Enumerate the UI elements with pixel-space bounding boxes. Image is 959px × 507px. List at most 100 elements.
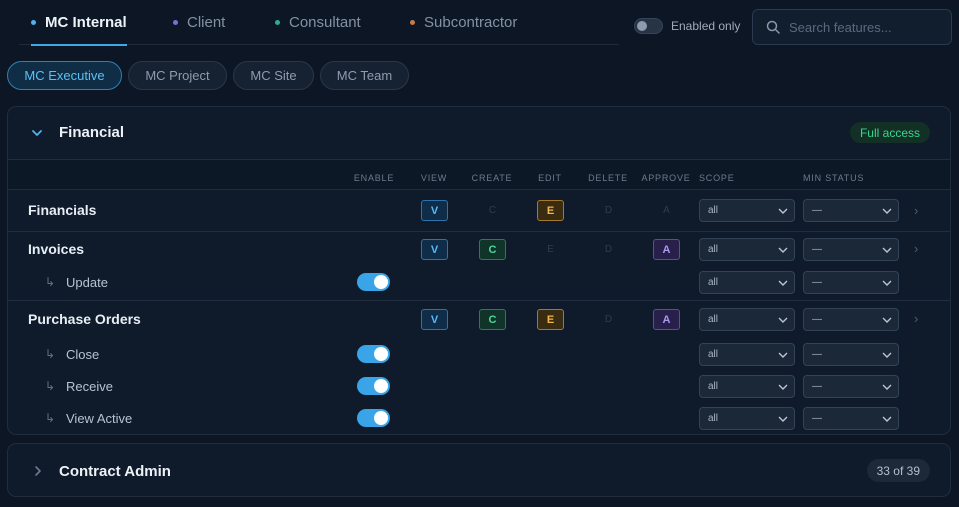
min-status-value: — xyxy=(812,205,822,216)
table-subrow: ↳ Receive all — xyxy=(8,371,950,403)
scope-select[interactable]: all xyxy=(699,238,795,261)
toggle-switch[interactable] xyxy=(634,18,663,34)
section-title: Financial xyxy=(59,124,125,141)
chevron-down-icon xyxy=(882,384,892,390)
perm-create-chip[interactable]: C xyxy=(479,239,506,260)
chevron-down-icon xyxy=(778,208,788,214)
perm-delete-chip[interactable]: D xyxy=(595,239,622,260)
toggle-knob xyxy=(374,275,388,289)
access-badge: Full access xyxy=(849,122,930,143)
col-min-status: MIN STATUS xyxy=(803,173,865,183)
enable-toggle[interactable] xyxy=(357,377,390,395)
chevron-right-icon[interactable]: › xyxy=(914,203,918,218)
enable-toggle[interactable] xyxy=(357,409,390,427)
min-status-select[interactable]: — xyxy=(803,238,899,261)
scope-value: all xyxy=(708,244,719,255)
min-status-value: — xyxy=(812,381,822,392)
perm-delete-chip[interactable]: D xyxy=(595,309,622,330)
scope-select[interactable]: all xyxy=(699,199,795,222)
min-status-select[interactable]: — xyxy=(803,199,899,222)
min-status-select[interactable]: — xyxy=(803,308,899,331)
tab-dot-icon xyxy=(410,20,415,25)
section-header[interactable]: Contract Admin 33 of 39 xyxy=(8,444,950,496)
enabled-only-label: Enabled only xyxy=(671,19,741,33)
subitem-arrow-icon: ↳ xyxy=(45,379,56,393)
subrow-name: Receive xyxy=(66,379,113,394)
scope-select[interactable]: all xyxy=(699,271,795,294)
min-status-value: — xyxy=(812,413,822,424)
enabled-only-toggle[interactable]: Enabled only xyxy=(634,18,740,34)
col-enable: ENABLE xyxy=(353,173,395,183)
scope-select[interactable]: all xyxy=(699,343,795,366)
scope-select[interactable]: all xyxy=(699,308,795,331)
perm-create-chip[interactable]: C xyxy=(479,200,506,221)
perm-edit-chip[interactable]: E xyxy=(537,200,564,221)
col-edit: EDIT xyxy=(538,173,562,183)
scope-select[interactable]: all xyxy=(699,375,795,398)
perm-view-chip[interactable]: V xyxy=(421,239,448,260)
chevron-right-icon[interactable]: › xyxy=(914,311,918,326)
min-status-value: — xyxy=(812,314,822,325)
tab-dot-icon xyxy=(31,20,36,25)
scope-value: all xyxy=(708,314,719,325)
perm-view-chip[interactable]: V xyxy=(421,309,448,330)
search-input[interactable] xyxy=(789,19,939,35)
count-badge: 33 of 39 xyxy=(866,459,930,482)
chevron-down-icon xyxy=(778,317,788,323)
col-approve: APPROVE xyxy=(641,173,691,183)
perm-edit-chip[interactable]: E xyxy=(537,239,564,260)
toggle-knob xyxy=(374,347,388,361)
scope-value: all xyxy=(708,349,719,360)
scope-select[interactable]: all xyxy=(699,407,795,430)
perm-create-chip[interactable]: C xyxy=(479,309,506,330)
tab-subcontractor[interactable]: Subcontractor xyxy=(410,0,517,45)
tab-client[interactable]: Client xyxy=(173,0,225,45)
search-icon xyxy=(766,20,780,34)
enable-toggle[interactable] xyxy=(357,345,390,363)
row-name: Purchase Orders xyxy=(28,311,141,327)
perm-approve-chip[interactable]: A xyxy=(653,309,680,330)
role-pill-mc-team[interactable]: MC Team xyxy=(320,61,409,90)
section-contract-admin: Contract Admin 33 of 39 xyxy=(7,443,951,497)
toggle-knob xyxy=(374,411,388,425)
table-subrow: ↳ View Active all — xyxy=(8,403,950,434)
perm-approve-chip[interactable]: A xyxy=(653,239,680,260)
min-status-select[interactable]: — xyxy=(803,271,899,294)
table-subrow: ↳ Close all — xyxy=(8,339,950,371)
scope-value: all xyxy=(708,277,719,288)
min-status-select[interactable]: — xyxy=(803,407,899,430)
min-status-select[interactable]: — xyxy=(803,375,899,398)
section-header[interactable]: Financial Full access xyxy=(8,107,950,159)
chevron-down-icon xyxy=(882,247,892,253)
col-create: CREATE xyxy=(471,173,513,183)
chevron-down-icon xyxy=(882,416,892,422)
enable-toggle[interactable] xyxy=(357,273,390,291)
tab-mc-internal[interactable]: MC Internal xyxy=(31,0,127,46)
toggle-knob xyxy=(374,379,388,393)
table-row: Financials V C E D A all — › xyxy=(8,191,950,231)
subrow-name: Update xyxy=(66,275,108,290)
chevron-down-icon xyxy=(778,247,788,253)
perm-view-chip[interactable]: V xyxy=(421,200,448,221)
role-pill-mc-executive[interactable]: MC Executive xyxy=(7,61,122,90)
tab-consultant[interactable]: Consultant xyxy=(275,0,361,45)
subitem-arrow-icon: ↳ xyxy=(45,347,56,361)
subrow-name: View Active xyxy=(66,411,133,426)
min-status-select[interactable]: — xyxy=(803,343,899,366)
perm-edit-chip[interactable]: E xyxy=(537,309,564,330)
perm-approve-chip[interactable]: A xyxy=(653,200,680,221)
subrow-name: Close xyxy=(66,347,100,362)
row-name: Financials xyxy=(28,202,97,218)
role-pill-mc-site[interactable]: MC Site xyxy=(233,61,314,90)
tab-label: Client xyxy=(187,14,226,31)
toggle-knob xyxy=(637,21,647,31)
perm-delete-chip[interactable]: D xyxy=(595,200,622,221)
chevron-down-icon xyxy=(778,280,788,286)
chevron-right-icon[interactable]: › xyxy=(914,241,918,256)
role-pill-mc-project[interactable]: MC Project xyxy=(128,61,227,90)
search-box[interactable] xyxy=(752,9,952,45)
chevron-down-icon xyxy=(778,384,788,390)
chevron-down-icon xyxy=(778,352,788,358)
chevron-down-icon xyxy=(32,130,42,136)
table-row: Invoices V C E D A all — › xyxy=(8,231,950,265)
